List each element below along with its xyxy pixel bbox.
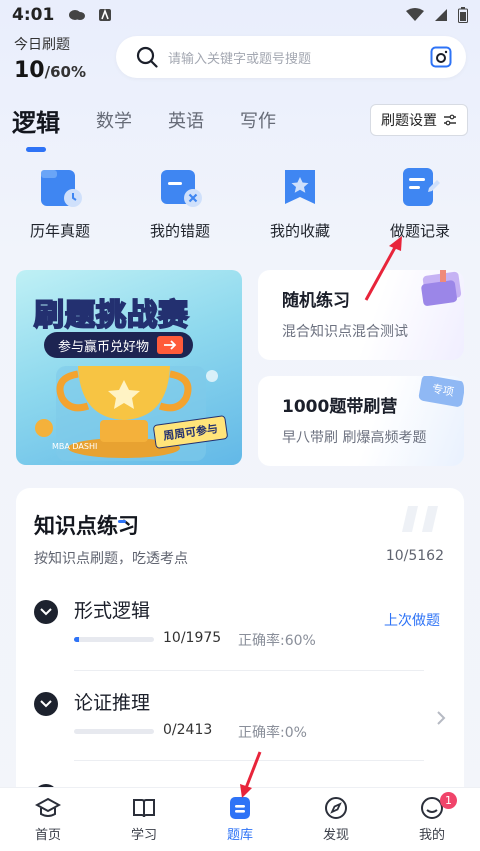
quote-mark-icon: [402, 506, 438, 532]
shortcut-past-exams[interactable]: 历年真题: [0, 164, 120, 241]
shortcut-wrong-questions[interactable]: 我的错题: [120, 164, 240, 241]
knowledge-practice-panel: 知识点练习 按知识点刷题，吃透考点 10/5162 形式逻辑 10/1975 正…: [16, 488, 464, 828]
random-practice-subtitle: 混合知识点混合测试: [282, 324, 408, 340]
shortcut-wrong-questions-label: 我的错题: [149, 222, 210, 240]
search-bar[interactable]: 请输入关键字或题号搜题: [116, 36, 466, 78]
shortcut-favorites-label: 我的收藏: [269, 222, 330, 240]
row-progress-bar: [74, 637, 154, 642]
search-placeholder[interactable]: 请输入关键字或题号搜题: [168, 48, 430, 67]
chevron-down-icon[interactable]: [34, 600, 58, 624]
daily-count-value: 10: [14, 58, 45, 83]
tab-study-label: 学习: [130, 828, 157, 843]
wifi-icon: [406, 8, 424, 21]
tab-logic[interactable]: 逻辑: [12, 103, 60, 152]
tab-study[interactable]: 学习: [96, 788, 192, 851]
last-practice-link[interactable]: 上次做题: [384, 610, 440, 630]
row-divider: [74, 760, 424, 761]
book-icon: [133, 799, 155, 818]
graduation-cap-icon: [35, 797, 61, 817]
record-note-icon: [403, 168, 440, 206]
promo-cta-label: 参与赢币兑好物: [58, 339, 150, 355]
tab-home-label: 首页: [34, 828, 61, 843]
active-tab-indicator: [26, 146, 46, 152]
row-title: 形式逻辑: [74, 600, 151, 622]
shortcut-grid: 历年真题 我的错题 我的收藏 做题记录: [0, 164, 480, 241]
promo-cta[interactable]: 参与赢币兑好物: [44, 332, 194, 358]
practice-settings-label: 刷题设置: [381, 113, 437, 129]
message-icon: [69, 10, 86, 20]
tab-question-bank[interactable]: 题库: [192, 788, 288, 851]
daily-label: 今日刷题: [14, 37, 70, 53]
knowledge-title: 知识点练习: [34, 510, 139, 540]
search-icon: [136, 46, 158, 68]
signal-icon: [435, 9, 447, 21]
row-accuracy: 正确率:0%: [238, 725, 307, 741]
chevron-right-icon[interactable]: [436, 710, 446, 726]
promo-brand: MBA DASHI: [52, 442, 98, 451]
shortcut-past-exams-label: 历年真题: [29, 222, 90, 240]
app-notification-icon: [99, 8, 112, 21]
bootcamp-subtitle: 早八带刷 刷爆高频考题: [282, 430, 427, 446]
tab-logic-label: 逻辑: [12, 108, 60, 137]
tab-home[interactable]: 首页: [0, 788, 96, 851]
row-progress: 10/1975: [163, 630, 222, 646]
daily-total: /60%: [44, 63, 87, 81]
special-tag-icon: [418, 376, 464, 407]
shortcut-records[interactable]: 做题记录: [360, 164, 480, 241]
title-accent: [118, 520, 126, 523]
daily-progress: 今日刷题 10/60%: [14, 34, 86, 83]
row-progress-bar: [74, 729, 154, 734]
knowledge-subtitle: 按知识点刷题，吃透考点: [34, 551, 188, 567]
question-bank-icon: [230, 797, 250, 819]
challenge-promo-banner[interactable]: 刷题挑战赛 参与赢币兑好物 周周可参与 MBA DASHI: [16, 270, 242, 465]
tab-english[interactable]: 英语: [168, 107, 204, 133]
subject-tabs: 逻辑 数学 英语 写作 刷题设置: [12, 102, 468, 152]
tab-discover-label: 发现: [322, 828, 349, 843]
shortcut-favorites[interactable]: 我的收藏: [240, 164, 360, 241]
tab-discover[interactable]: 发现: [288, 788, 384, 851]
knowledge-count: 10/5162: [385, 548, 444, 564]
tab-writing[interactable]: 写作: [240, 107, 276, 133]
row-title: 论证推理: [74, 692, 151, 714]
calendar-folder-icon: [41, 170, 82, 207]
shortcut-records-label: 做题记录: [389, 222, 450, 240]
arrow-right-icon: [157, 336, 184, 354]
notification-badge: 1: [440, 792, 457, 809]
promo-weekly-tag: 周周可参与: [152, 415, 229, 449]
tab-math[interactable]: 数学: [96, 107, 132, 133]
camera-scan-icon[interactable]: [430, 46, 452, 68]
sliders-icon: [444, 114, 456, 126]
bootcamp-card[interactable]: 专项 1000题带刷营 早八带刷 刷爆高频考题: [258, 376, 464, 466]
daily-count: 10/60%: [14, 58, 86, 83]
row-divider: [74, 670, 424, 671]
row-accuracy: 正确率:60%: [238, 633, 316, 649]
row-progress: 0/2413: [163, 722, 213, 738]
bottom-tab-bar: 首页 学习 题库 发现 1 我的: [0, 787, 480, 851]
status-time: 4:01: [12, 5, 55, 25]
tab-question-bank-label: 题库: [226, 828, 253, 843]
tab-profile[interactable]: 1 我的: [384, 788, 480, 851]
tab-profile-label: 我的: [418, 828, 445, 843]
compass-icon: [325, 797, 347, 819]
battery-icon: [458, 7, 468, 23]
wrong-card-icon: [161, 170, 202, 207]
chevron-down-icon[interactable]: [34, 692, 58, 716]
star-bookmark-icon: [285, 170, 315, 204]
random-practice-card[interactable]: 随机练习 混合知识点混合测试: [258, 270, 464, 360]
practice-settings-button[interactable]: 刷题设置: [370, 104, 468, 136]
row-progress-fill: [74, 637, 79, 642]
status-bar: 4:01: [0, 0, 480, 30]
book-stack-icon: [421, 270, 462, 306]
knowledge-title-text: 知识点练习: [34, 514, 139, 538]
promo-title: 刷题挑战赛: [33, 297, 189, 334]
